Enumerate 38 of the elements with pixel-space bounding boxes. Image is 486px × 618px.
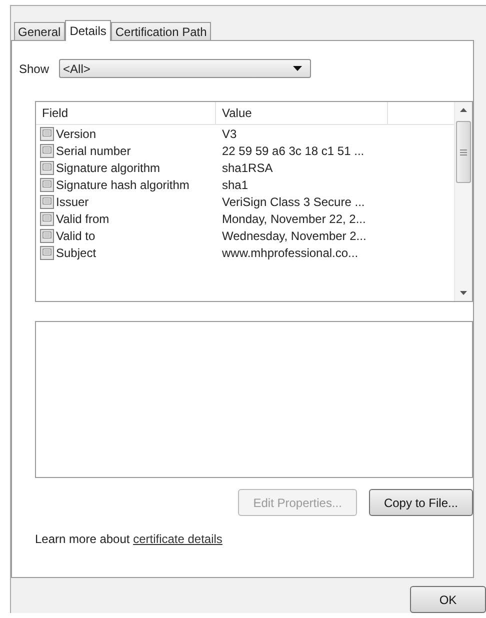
document-icon [40, 160, 54, 174]
show-dropdown[interactable]: <All> [59, 59, 312, 78]
field-value[interactable]: sha1RSA [216, 160, 388, 174]
scrollbar[interactable] [454, 102, 472, 301]
field-name[interactable]: Subject [56, 246, 96, 260]
document-icon [40, 228, 54, 242]
field-name[interactable]: Signature hash algorithm [56, 178, 190, 192]
field-value[interactable]: 22 59 59 a6 3c 18 c1 51 ... [216, 144, 388, 158]
column-header[interactable]: Field [36, 102, 216, 124]
field-name[interactable]: Valid from [56, 212, 110, 226]
action-button[interactable]: Copy to File... [368, 489, 473, 516]
ok-button[interactable]: OK [410, 586, 486, 613]
document-icon [40, 194, 54, 208]
field-value[interactable]: V3 [216, 126, 388, 140]
field-name[interactable]: Issuer [56, 194, 89, 208]
show-label: Show [19, 62, 50, 76]
document-icon [40, 246, 54, 260]
column-header[interactable]: Value [216, 102, 388, 124]
field-name[interactable]: Serial number [56, 144, 131, 158]
field-name[interactable]: Version [56, 126, 96, 140]
learn-more-text: Learn more about certificate details [35, 532, 222, 546]
field-value[interactable]: www.mhprofessional.co... [216, 246, 388, 260]
field-value[interactable]: VeriSign Class 3 Secure ... [216, 194, 388, 208]
field-value[interactable]: sha1 [216, 178, 388, 192]
scroll-thumb[interactable] [456, 121, 471, 183]
tab[interactable]: Certification Path [111, 22, 211, 40]
certificate-details-link[interactable]: certificate details [133, 532, 222, 546]
field-name[interactable]: Valid to [56, 228, 96, 242]
tab[interactable]: General [14, 22, 65, 40]
field-value[interactable]: Wednesday, November 2... [216, 228, 388, 242]
field-name[interactable]: Signature algorithm [56, 160, 160, 174]
field-value[interactable]: Monday, November 22, 2... [216, 212, 388, 226]
document-icon [40, 178, 54, 192]
tab[interactable]: Details [64, 20, 112, 41]
caret-icon [293, 66, 302, 71]
document-icon [40, 212, 54, 226]
document-icon [40, 144, 54, 158]
document-icon [40, 126, 54, 140]
